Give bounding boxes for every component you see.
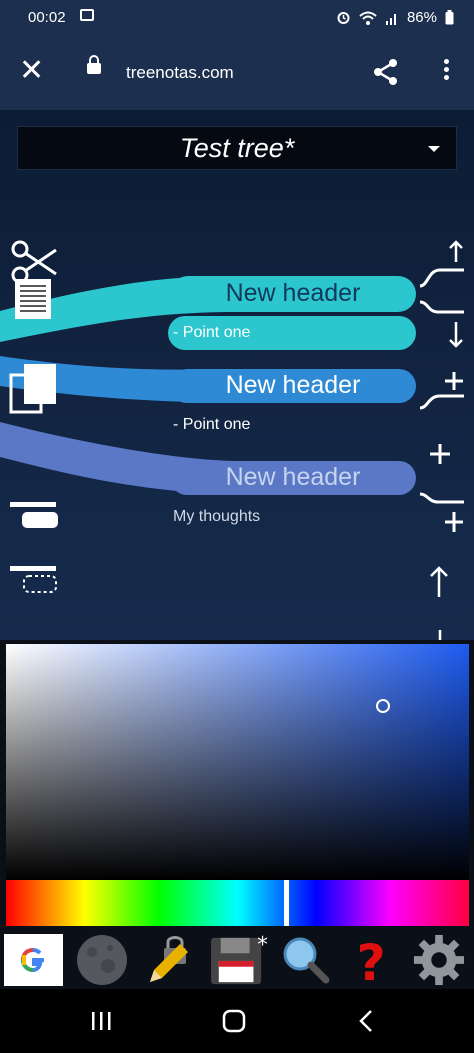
arrow-down-icon[interactable] bbox=[432, 628, 448, 640]
hue-slider[interactable] bbox=[6, 880, 469, 926]
gear-icon[interactable] bbox=[412, 934, 466, 986]
hue-slider-handle[interactable] bbox=[284, 880, 289, 926]
google-icon[interactable] bbox=[4, 934, 63, 986]
tree-title-dropdown[interactable]: Test tree* bbox=[17, 126, 457, 170]
add-box-icon[interactable] bbox=[10, 500, 60, 530]
svg-text:*: * bbox=[257, 934, 268, 956]
close-icon[interactable]: ✕ bbox=[19, 56, 44, 86]
android-nav-bar bbox=[0, 989, 474, 1053]
search-icon[interactable] bbox=[280, 934, 332, 986]
tree-title: Test tree* bbox=[179, 133, 295, 163]
node-header-1[interactable]: New header bbox=[170, 276, 416, 312]
image-notification-icon bbox=[80, 9, 94, 21]
node-point-1[interactable]: - Point one bbox=[168, 316, 416, 350]
add-child-branch-icon[interactable] bbox=[418, 366, 468, 412]
saturation-value-field[interactable] bbox=[6, 644, 469, 880]
move-up-branch-icon[interactable] bbox=[418, 240, 468, 290]
node-header-label: New header bbox=[225, 371, 361, 399]
tree-canvas[interactable]: Test tree* New header - Point one New he… bbox=[0, 110, 474, 640]
edit-lock-icon[interactable] bbox=[144, 934, 200, 986]
node-point-3[interactable]: My thoughts bbox=[173, 508, 260, 526]
color-picker bbox=[0, 640, 474, 932]
moon-icon[interactable] bbox=[74, 934, 130, 986]
svg-text:?: ? bbox=[357, 934, 386, 986]
share-icon[interactable] bbox=[372, 58, 400, 86]
add-sibling-branch-icon[interactable] bbox=[418, 490, 468, 538]
url-text[interactable]: treenotas.com bbox=[126, 63, 234, 83]
color-cursor[interactable] bbox=[376, 699, 390, 713]
node-header-3[interactable]: New header bbox=[170, 461, 416, 495]
status-bar: 00:02 86% bbox=[0, 0, 474, 34]
copy-icon[interactable] bbox=[8, 362, 60, 416]
help-icon[interactable]: ? bbox=[350, 934, 396, 986]
document-icon[interactable] bbox=[14, 278, 52, 320]
lock-icon bbox=[87, 55, 101, 74]
more-options-icon[interactable] bbox=[436, 56, 456, 86]
status-time: 00:02 bbox=[28, 9, 66, 26]
node-point-label: - Point one bbox=[173, 324, 251, 341]
battery-icon bbox=[445, 10, 454, 25]
alarm-icon bbox=[337, 12, 350, 24]
recent-apps-icon[interactable] bbox=[90, 1011, 112, 1031]
wifi-icon bbox=[359, 11, 377, 25]
add-empty-box-icon[interactable] bbox=[10, 564, 60, 596]
home-icon[interactable] bbox=[222, 1009, 246, 1033]
battery-percent: 86% bbox=[406, 9, 437, 26]
node-header-2[interactable]: New header bbox=[170, 369, 416, 403]
bottom-toolbar: * ? bbox=[0, 932, 474, 989]
node-header-label: New header bbox=[225, 463, 361, 491]
save-icon[interactable]: * bbox=[208, 934, 270, 986]
node-header-label: New header bbox=[225, 279, 361, 307]
chevron-down-icon bbox=[428, 146, 440, 152]
back-icon[interactable] bbox=[358, 1009, 374, 1033]
arrow-up-icon[interactable] bbox=[428, 565, 450, 599]
browser-bar: ✕ treenotas.com bbox=[0, 34, 474, 110]
plus-icon[interactable] bbox=[428, 442, 452, 466]
move-down-branch-icon[interactable] bbox=[418, 298, 468, 350]
node-point-2[interactable]: - Point one bbox=[173, 416, 250, 434]
signal-icon bbox=[385, 13, 396, 25]
